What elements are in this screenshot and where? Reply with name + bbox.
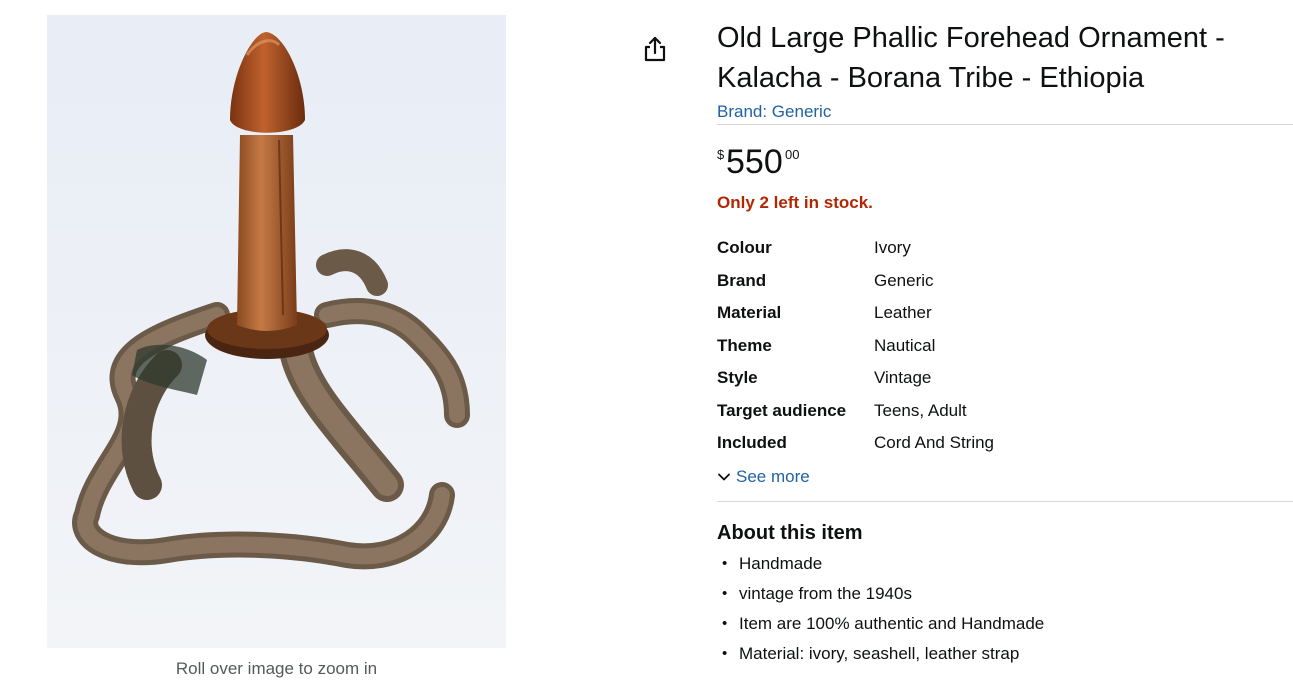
spec-value: Ivory: [874, 238, 911, 258]
spec-row-style: Style Vintage: [717, 362, 994, 395]
spec-value: Vintage: [874, 368, 932, 388]
about-heading: About this item: [717, 521, 863, 544]
spec-row-material: Material Leather: [717, 297, 994, 330]
spec-key: Style: [717, 368, 758, 388]
spec-value: Cord And String: [874, 433, 995, 453]
spec-value: Teens, Adult: [874, 400, 967, 420]
spec-key: Material: [717, 303, 782, 323]
zoom-hint: Roll over image to zoom in: [175, 659, 378, 678]
stock-status: Only 2 left in stock.: [717, 193, 873, 212]
spec-key: Target audience: [717, 400, 847, 420]
brand-link[interactable]: Brand: Generic: [717, 102, 831, 122]
list-item: Item are 100% authentic and Handmade: [717, 612, 1293, 642]
spec-key: Included: [717, 433, 787, 453]
product-details: Old Large Phallic Forehead Ornament - Ka…: [717, 18, 1293, 672]
spec-key: Colour: [717, 238, 772, 258]
divider: [717, 500, 1293, 502]
share-icon: [644, 36, 666, 62]
list-item: vintage from the 1940s: [717, 582, 1293, 612]
specs-table: Colour Ivory Brand Generic Material Leat…: [717, 232, 994, 460]
list-item: Material: ivory, seashell, leather strap: [717, 642, 1293, 672]
list-item: Handmade: [717, 552, 1293, 582]
price-whole: 550: [726, 143, 783, 181]
spec-row-included: Included Cord And String: [717, 427, 994, 460]
see-more-label: See more: [736, 466, 810, 486]
spec-row-brand: Brand Generic: [717, 265, 994, 298]
chevron-down-icon: [718, 473, 730, 480]
spec-value: Generic: [874, 270, 934, 290]
product-photo[interactable]: [47, 15, 506, 648]
spec-value: Nautical: [874, 335, 936, 355]
spec-key: Brand: [717, 270, 767, 290]
see-more-button[interactable]: See more: [717, 466, 1293, 488]
share-button[interactable]: [641, 35, 669, 63]
spec-row-target-audience: Target audience Teens, Adult: [717, 395, 994, 428]
product-title: Old Large Phallic Forehead Ornament - Ka…: [717, 22, 1225, 94]
spec-value: Leather: [874, 303, 932, 323]
about-list: Handmade vintage from the 1940s Item are…: [717, 552, 1293, 672]
spec-row-colour: Colour Ivory: [717, 232, 994, 265]
product-image[interactable]: [47, 15, 506, 648]
price-symbol: $: [717, 147, 725, 162]
spec-row-theme: Theme Nautical: [717, 330, 994, 363]
price-fraction: 00: [785, 147, 800, 162]
divider: [717, 124, 1293, 125]
price: $ 550 00: [717, 143, 1293, 181]
spec-key: Theme: [717, 335, 772, 355]
